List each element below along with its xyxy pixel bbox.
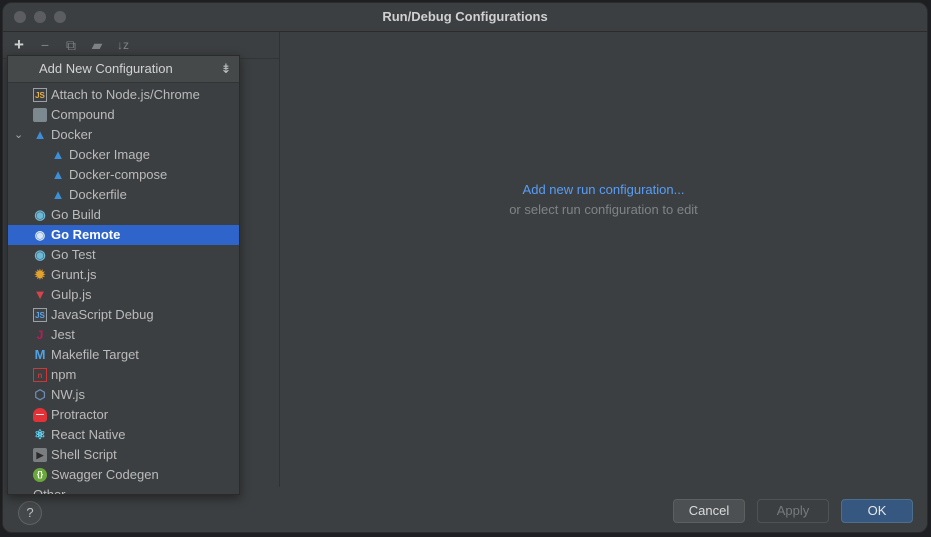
config-type-label: Shell Script (51, 447, 117, 462)
config-type-item[interactable]: — Protractor (8, 405, 239, 425)
gopher-icon: ◉ (34, 207, 46, 222)
config-type-label: JavaScript Debug (51, 307, 154, 322)
title-bar: Run/Debug Configurations (3, 3, 927, 32)
config-type-item[interactable]: ▲ Docker-compose (8, 165, 239, 185)
ok-button[interactable]: OK (841, 499, 913, 523)
configuration-editor-pane: Add new run configuration... or select r… (280, 32, 927, 487)
config-type-label: Go Build (51, 207, 101, 222)
config-type-item[interactable]: JS Attach to Node.js/Chrome (8, 85, 239, 105)
select-configuration-hint: or select run configuration to edit (509, 202, 698, 217)
popup-title: Add New Configuration (39, 61, 173, 76)
remove-configuration-icon[interactable]: − (36, 36, 54, 54)
config-type-label: Attach to Node.js/Chrome (51, 87, 200, 102)
dialog-title: Run/Debug Configurations (382, 9, 548, 24)
add-new-configuration-popup: Add New Configuration ⇟ JS Attach to Node… (7, 55, 240, 495)
config-type-label: Other (33, 487, 66, 495)
config-type-label: Compound (51, 107, 115, 122)
config-type-item[interactable]: ⌄ ▲ Docker (8, 125, 239, 145)
config-type-item[interactable]: ◉ Go Build (8, 205, 239, 225)
react-icon: ⚛ (34, 427, 46, 442)
cancel-button[interactable]: Cancel (673, 499, 745, 523)
config-type-label: Go Test (51, 247, 96, 262)
config-type-label: Protractor (51, 407, 109, 422)
config-type-label: npm (51, 367, 77, 382)
chevron-down-icon[interactable]: ⌄ (14, 125, 24, 145)
config-type-item[interactable]: ⚛ React Native (8, 425, 239, 445)
config-type-item[interactable]: ⬡ NW.js (8, 385, 239, 405)
compound-icon (33, 108, 47, 122)
config-type-label: React Native (51, 427, 126, 442)
config-type-label: Grunt.js (51, 267, 97, 282)
config-type-item[interactable]: ▼ Gulp.js (8, 285, 239, 305)
gopher-test-icon: ◉ (34, 247, 46, 262)
move-to-folder-icon[interactable]: ▰ (88, 36, 106, 54)
config-type-label: NW.js (51, 387, 85, 402)
chevron-down-icon[interactable]: ⌄ (14, 485, 24, 494)
popup-header: Add New Configuration ⇟ (8, 56, 239, 83)
config-type-label: Go Remote (51, 227, 121, 242)
npm-icon: n (33, 368, 47, 382)
configuration-type-list: JS Attach to Node.js/Chrome Compound ⌄ ▲ Dock… (8, 85, 239, 495)
config-type-item[interactable]: J Jest (8, 325, 239, 345)
gulp-icon: ▼ (33, 287, 47, 302)
config-type-item[interactable]: ▲ Docker Image (8, 145, 239, 165)
config-type-item[interactable]: JS JavaScript Debug (8, 305, 239, 325)
config-type-item[interactable]: ▲ Dockerfile (8, 185, 239, 205)
config-type-item[interactable]: ▶ Shell Script (8, 445, 239, 465)
add-configuration-icon[interactable]: + (10, 36, 28, 54)
config-type-item[interactable]: ✹ Grunt.js (8, 265, 239, 285)
docker-icon: ▲ (51, 167, 65, 182)
collapse-all-icon[interactable]: ⇟ (217, 59, 235, 79)
copy-configuration-icon[interactable]: ⧉ (62, 36, 80, 54)
config-type-label: Jest (51, 327, 75, 342)
protractor-icon: — (33, 408, 47, 422)
config-type-item[interactable]: ⌄ Other (8, 485, 239, 495)
config-type-label: Docker (51, 127, 93, 142)
config-type-item[interactable]: n npm (8, 365, 239, 385)
makefile-icon: M (34, 347, 46, 362)
add-new-run-configuration-link[interactable]: Add new run configuration... (280, 182, 927, 197)
gopher-remote-icon: ◉ (34, 228, 46, 242)
config-type-item[interactable]: ◉ Go Test (8, 245, 239, 265)
config-type-item[interactable]: M Makefile Target (8, 345, 239, 365)
jest-icon: J (36, 328, 44, 342)
config-type-item[interactable]: ◉ Go Remote (8, 225, 239, 245)
config-type-label: Dockerfile (69, 187, 127, 202)
attach-icon: JS (33, 88, 47, 102)
config-type-label: Gulp.js (51, 287, 92, 302)
config-type-item[interactable]: {} Swagger Codegen (8, 465, 239, 485)
shell-script-icon: ▶ (33, 448, 47, 462)
apply-button[interactable]: Apply (757, 499, 829, 523)
grunt-icon: ✹ (34, 267, 46, 282)
nwjs-icon: ⬡ (34, 387, 46, 402)
config-type-item[interactable]: Compound (8, 105, 239, 125)
javascript-debug-icon: JS (33, 308, 47, 322)
config-type-label: Makefile Target (51, 347, 139, 362)
swagger-icon: {} (33, 468, 47, 482)
docker-icon: ▲ (51, 147, 65, 162)
docker-icon: ▲ (33, 127, 47, 142)
sort-configurations-icon[interactable]: ↓z (114, 36, 132, 54)
help-button[interactable]: ? (18, 501, 42, 525)
config-type-label: Swagger Codegen (51, 467, 159, 482)
config-type-label: Docker Image (69, 147, 150, 162)
docker-icon: ▲ (51, 187, 65, 202)
config-type-label: Docker-compose (69, 167, 168, 182)
